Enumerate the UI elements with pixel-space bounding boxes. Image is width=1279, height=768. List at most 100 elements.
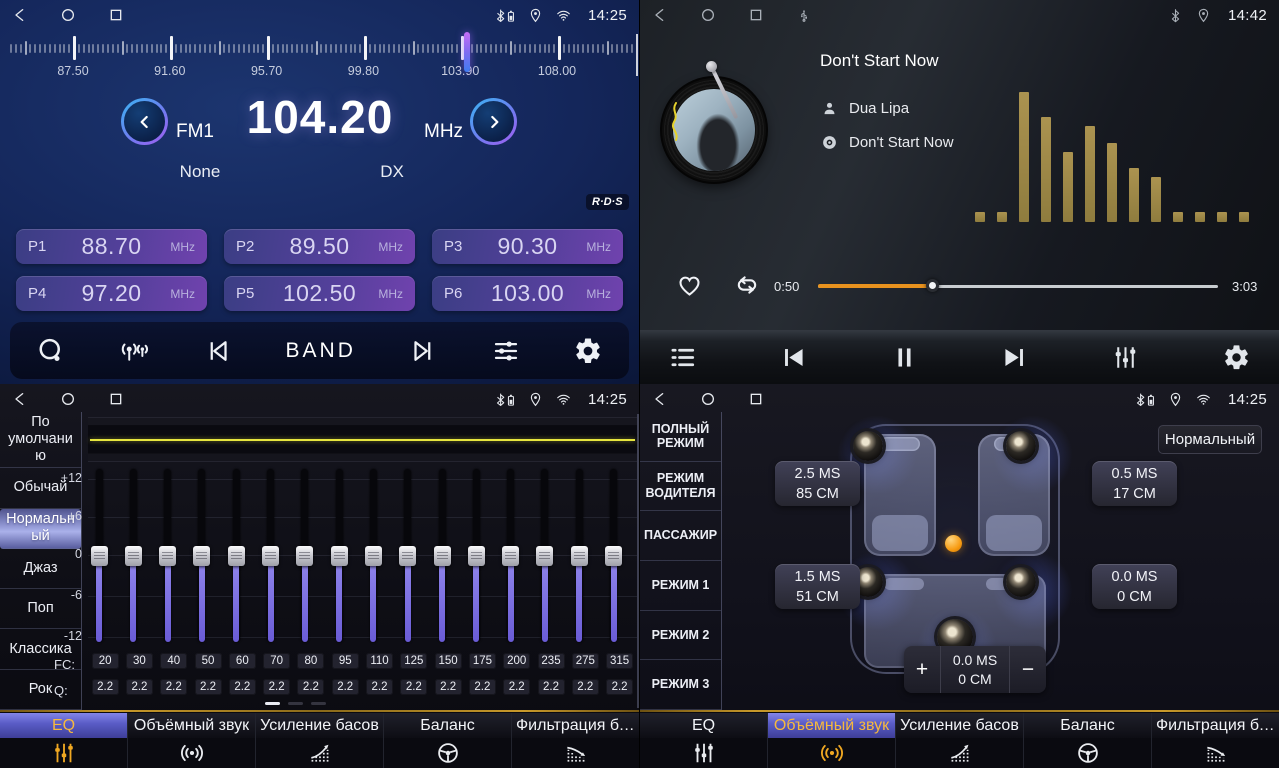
tab-bass-boost[interactable]: Усиление басов xyxy=(896,713,1024,768)
tab-balance[interactable]: Баланс xyxy=(1024,713,1152,768)
home-nav-button[interactable] xyxy=(700,7,716,23)
recents-nav-button[interactable] xyxy=(748,391,764,407)
q-value[interactable]: 2.2 xyxy=(92,679,119,695)
player-eq-button[interactable] xyxy=(1111,343,1140,372)
tuner-dial[interactable]: 87.5091.6095.7099.80103.90108.00 xyxy=(0,30,639,82)
pause-button[interactable] xyxy=(890,343,919,372)
eq-preset-item[interactable]: По умолчанию xyxy=(0,412,81,468)
eq-slider-handle[interactable] xyxy=(434,546,451,566)
fc-value[interactable]: 80 xyxy=(297,653,324,669)
preset-p2[interactable]: P289.50MHz xyxy=(224,229,415,264)
fc-value[interactable]: 200 xyxy=(503,653,530,669)
listening-mode-item[interactable]: РЕЖИМ 2 xyxy=(640,611,721,661)
tab-surround-sound[interactable]: Объёмный звук xyxy=(768,713,896,768)
band-button[interactable]: BAND xyxy=(286,339,356,363)
fc-value[interactable]: 40 xyxy=(160,653,187,669)
fc-value[interactable]: 110 xyxy=(366,653,393,669)
tune-down-button[interactable] xyxy=(121,98,168,145)
back-nav-button[interactable] xyxy=(652,7,668,23)
page-dot[interactable] xyxy=(288,702,303,705)
listening-mode-item[interactable]: ПАССАЖИР xyxy=(640,511,721,561)
progress-knob[interactable] xyxy=(926,279,939,292)
recents-nav-button[interactable] xyxy=(108,7,124,23)
listening-mode-item[interactable]: РЕЖИМ 1 xyxy=(640,561,721,611)
player-settings-button[interactable] xyxy=(1222,343,1251,372)
eq-slider-handle[interactable] xyxy=(571,546,588,566)
preset-p5[interactable]: P5102.50MHz xyxy=(224,276,415,311)
tab-eq[interactable]: EQ xyxy=(0,713,128,768)
delay-card-rear-right[interactable]: 0.0 MS0 CM xyxy=(1092,564,1177,609)
fc-value[interactable]: 20 xyxy=(92,653,119,669)
broadcast-button[interactable] xyxy=(118,336,151,366)
q-value[interactable]: 2.2 xyxy=(297,679,324,695)
recents-nav-button[interactable] xyxy=(108,391,124,407)
radio-eq-button[interactable] xyxy=(491,336,521,366)
previous-track-button[interactable] xyxy=(779,343,808,372)
preset-p1[interactable]: P188.70MHz xyxy=(16,229,207,264)
fc-value[interactable]: 235 xyxy=(538,653,565,669)
tab-eq[interactable]: EQ xyxy=(640,713,768,768)
fc-value[interactable]: 60 xyxy=(229,653,256,669)
q-value[interactable]: 2.2 xyxy=(263,679,290,695)
tuner-indicator[interactable] xyxy=(464,32,470,72)
q-value[interactable]: 2.2 xyxy=(435,679,462,695)
home-nav-button[interactable] xyxy=(700,391,716,407)
delay-card-front-left[interactable]: 2.5 MS85 CM xyxy=(775,461,860,506)
q-value[interactable]: 2.2 xyxy=(572,679,599,695)
fc-value[interactable]: 315 xyxy=(606,653,633,669)
delay-increase-button[interactable]: + xyxy=(904,646,940,693)
q-value[interactable]: 2.2 xyxy=(469,679,496,695)
listening-mode-item[interactable]: РЕЖИМ ВОДИТЕЛЯ xyxy=(640,462,721,512)
back-nav-button[interactable] xyxy=(12,7,28,23)
eq-slider-handle[interactable] xyxy=(536,546,553,566)
eq-slider-handle[interactable] xyxy=(468,546,485,566)
radio-settings-button[interactable] xyxy=(573,336,603,366)
q-value[interactable]: 2.2 xyxy=(195,679,222,695)
tab-crossover[interactable]: Фильтрация ба... xyxy=(1152,713,1279,768)
repeat-button[interactable] xyxy=(733,271,761,302)
q-value[interactable]: 2.2 xyxy=(400,679,427,695)
recents-nav-button[interactable] xyxy=(748,7,764,23)
fc-value[interactable]: 150 xyxy=(435,653,462,669)
listening-position-marker[interactable] xyxy=(945,535,962,552)
listening-mode-item[interactable]: РЕЖИМ 3 xyxy=(640,660,721,710)
eq-slider-handle[interactable] xyxy=(605,546,622,566)
eq-slider-handle[interactable] xyxy=(91,546,108,566)
q-value[interactable]: 2.2 xyxy=(366,679,393,695)
fc-value[interactable]: 50 xyxy=(195,653,222,669)
q-value[interactable]: 2.2 xyxy=(160,679,187,695)
preset-p6[interactable]: P6103.00MHz xyxy=(432,276,623,311)
fc-value[interactable]: 175 xyxy=(469,653,496,669)
eq-slider-handle[interactable] xyxy=(399,546,416,566)
q-value[interactable]: 2.2 xyxy=(126,679,153,695)
sound-preset-button[interactable]: Нормальный xyxy=(1158,425,1262,454)
eq-slider-handle[interactable] xyxy=(502,546,519,566)
scan-button[interactable] xyxy=(36,336,66,366)
fc-value[interactable]: 70 xyxy=(263,653,290,669)
eq-slider-handle[interactable] xyxy=(331,546,348,566)
back-nav-button[interactable] xyxy=(12,391,28,407)
listening-mode-item[interactable]: ПОЛНЫЙ РЕЖИМ xyxy=(640,412,721,462)
page-dot[interactable] xyxy=(311,702,326,705)
tab-crossover[interactable]: Фильтрация ба... xyxy=(512,713,639,768)
tab-bass-boost[interactable]: Усиление басов xyxy=(256,713,384,768)
next-track-button[interactable] xyxy=(1000,343,1029,372)
eq-slider-handle[interactable] xyxy=(159,546,176,566)
fc-value[interactable]: 275 xyxy=(572,653,599,669)
eq-slider-handle[interactable] xyxy=(262,546,279,566)
seek-up-button[interactable] xyxy=(408,336,438,366)
tune-up-button[interactable] xyxy=(470,98,517,145)
home-nav-button[interactable] xyxy=(60,7,76,23)
delay-card-rear-left[interactable]: 1.5 MS51 CM xyxy=(775,564,860,609)
home-nav-button[interactable] xyxy=(60,391,76,407)
playlist-button[interactable] xyxy=(668,343,697,372)
fc-value[interactable]: 30 xyxy=(126,653,153,669)
eq-slider-handle[interactable] xyxy=(125,546,142,566)
preset-p3[interactable]: P390.30MHz xyxy=(432,229,623,264)
q-value[interactable]: 2.2 xyxy=(229,679,256,695)
favorite-button[interactable] xyxy=(676,272,703,302)
fc-value[interactable]: 125 xyxy=(400,653,427,669)
eq-slider-handle[interactable] xyxy=(193,546,210,566)
q-value[interactable]: 2.2 xyxy=(538,679,565,695)
progress-bar[interactable] xyxy=(818,278,1218,294)
